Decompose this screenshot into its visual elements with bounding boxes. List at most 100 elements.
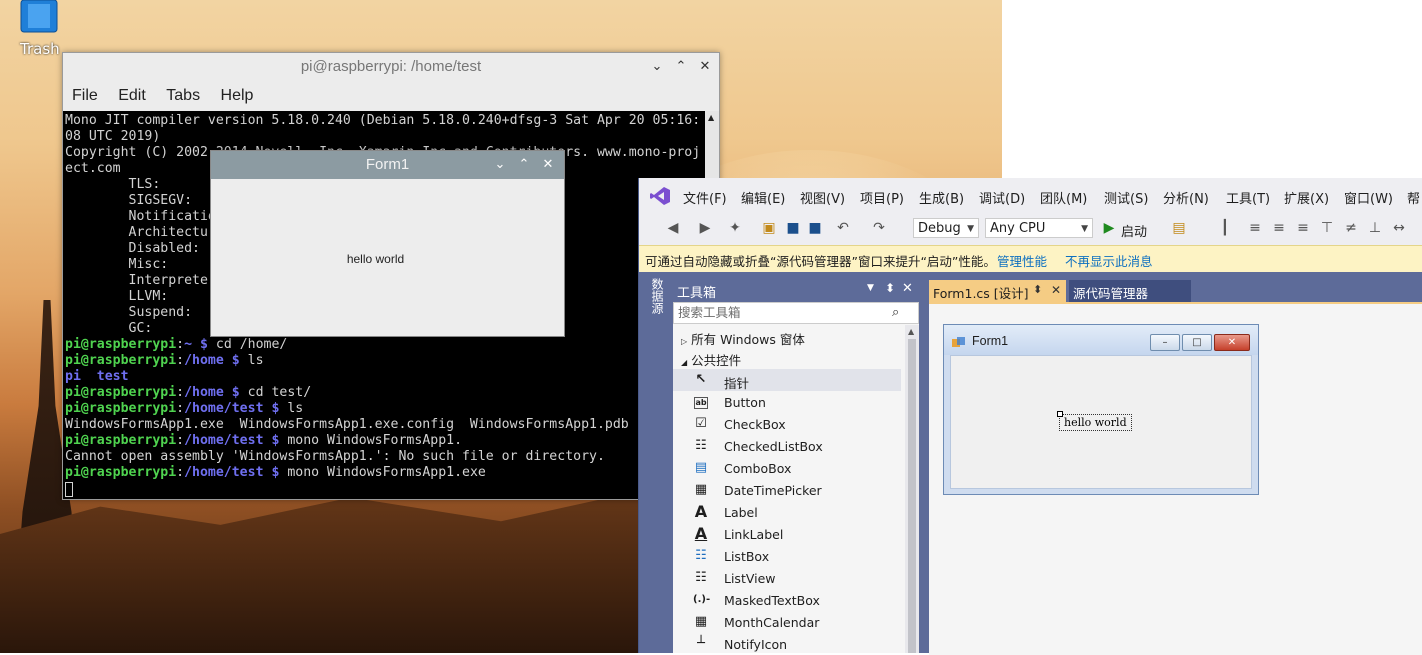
menu-project[interactable]: 项目(P) xyxy=(860,188,904,207)
chevron-right-icon: ▷ xyxy=(681,337,688,346)
selection-handle[interactable] xyxy=(1057,411,1063,417)
close-button[interactable]: ✕ xyxy=(697,59,713,75)
menu-analyze[interactable]: 分析(N) xyxy=(1163,188,1209,207)
menu-tabs[interactable]: Tabs xyxy=(166,83,200,109)
label-icon: A xyxy=(694,502,708,521)
tab-form1-design[interactable]: Form1.cs [设计] ⬍ ✕ xyxy=(929,280,1066,302)
menu-tools[interactable]: 工具(T) xyxy=(1226,188,1270,207)
toolbox-item[interactable]: A Label xyxy=(673,501,901,523)
menu-team[interactable]: 团队(M) xyxy=(1040,188,1087,207)
toolbox-item[interactable]: ↖ 指针 xyxy=(673,369,901,391)
vs-toolbar: ◀ ▶ ✦ ▣ ■ ■ ↶ ↷ Debug ▼ Any CPU ▼ ▶ 启动 ▤ ┃… xyxy=(639,214,1422,244)
form1-window[interactable]: Form1 ⌄ ⌃ ✕ hello world xyxy=(210,150,565,337)
back-icon[interactable]: ◀ xyxy=(665,220,681,236)
toolbox-item[interactable]: ▤ ComboBox xyxy=(673,457,901,479)
visual-studio-window[interactable]: 文件(F) 编辑(E) 视图(V) 项目(P) 生成(B) 调试(D) 团队(M… xyxy=(638,178,1422,655)
toolbox-item[interactable]: A LinkLabel xyxy=(673,523,901,545)
toolbox-item[interactable]: ▦ MonthCalendar xyxy=(673,611,901,633)
vs-menubar: 文件(F) 编辑(E) 视图(V) 项目(P) 生成(B) 调试(D) 团队(M… xyxy=(639,178,1422,214)
toolbox-scrollbar[interactable]: ▲ xyxy=(905,325,919,653)
align-icon[interactable]: ┃ xyxy=(1217,220,1233,236)
menu-window[interactable]: 窗口(W) xyxy=(1344,188,1393,207)
menu-build[interactable]: 生成(B) xyxy=(919,188,964,207)
menu-debug[interactable]: 调试(D) xyxy=(979,188,1025,207)
category-common-controls[interactable]: ◢ 公共控件 xyxy=(681,350,741,369)
toolbox-icon[interactable]: ▤ xyxy=(1171,220,1187,236)
align-right-icon[interactable]: ≡ xyxy=(1295,220,1311,236)
info-message: 可通过自动隐藏或折叠“源代码管理器”窗口来提升“启动”性能。 xyxy=(645,254,996,269)
menu-help[interactable]: 帮 xyxy=(1407,188,1420,207)
close-button[interactable]: ✕ xyxy=(540,157,556,173)
close-icon[interactable]: ✕ xyxy=(902,281,913,296)
menu-test[interactable]: 测试(S) xyxy=(1104,188,1148,207)
designer-form[interactable]: Form1 – □ ✕ hello world xyxy=(943,324,1259,495)
spacing-icon[interactable]: ↔ xyxy=(1391,220,1407,236)
align-left-icon[interactable]: ≡ xyxy=(1247,220,1263,236)
menu-file[interactable]: File xyxy=(72,83,98,109)
new-project-icon[interactable]: ✦ xyxy=(727,220,743,236)
save-icon[interactable]: ■ xyxy=(785,220,801,236)
configuration-select[interactable]: Debug ▼ xyxy=(913,218,979,238)
toolbox-item[interactable]: ┴ NotifyIcon xyxy=(673,633,901,655)
manage-performance-link[interactable]: 管理性能 xyxy=(997,251,1047,270)
toolbox-item[interactable]: (.)- MaskedTextBox xyxy=(673,589,901,611)
toolbox-item[interactable]: ☑ CheckBox xyxy=(673,413,901,435)
trash-icon[interactable] xyxy=(18,0,60,36)
pin-icon[interactable]: ⬍ xyxy=(1033,283,1042,296)
data-sources-tab[interactable]: 数据源 xyxy=(647,278,664,314)
designer-form-titlebar: Form1 – □ ✕ xyxy=(944,325,1258,355)
menu-edit[interactable]: Edit xyxy=(118,83,146,109)
maximize-button[interactable]: ⌃ xyxy=(516,157,532,173)
close-icon[interactable]: ✕ xyxy=(1051,283,1061,297)
start-button[interactable]: 启动 xyxy=(1121,221,1147,240)
undo-icon[interactable]: ↶ xyxy=(835,220,851,236)
designer-form-title: Form1 xyxy=(972,334,1009,348)
align-center-icon[interactable]: ≡ xyxy=(1271,220,1287,236)
scroll-up-icon[interactable]: ▲ xyxy=(708,113,714,122)
designer-label-hello[interactable]: hello world xyxy=(1059,414,1132,431)
trash-label[interactable]: Trash xyxy=(20,40,60,58)
menu-help[interactable]: Help xyxy=(221,83,254,109)
search-icon[interactable]: ⌕ xyxy=(892,303,899,323)
minimize-button[interactable]: ⌄ xyxy=(492,157,508,173)
terminal-line: SIGSEGV: xyxy=(65,193,193,208)
menu-view[interactable]: 视图(V) xyxy=(800,188,845,207)
menu-file[interactable]: 文件(F) xyxy=(683,188,727,207)
datetimepicker-icon: ▦ xyxy=(694,482,708,497)
pointer-icon: ↖ xyxy=(695,372,707,387)
start-icon[interactable]: ▶ xyxy=(1101,220,1117,236)
menu-extensions[interactable]: 扩展(X) xyxy=(1284,188,1329,207)
hello-label: hello world xyxy=(346,252,405,266)
redo-icon[interactable]: ↷ xyxy=(871,220,887,236)
vs-workspace: 数据源 工具箱 ▼ ⬍ ✕ 搜索工具箱 ⌕ ▷ 所有 Windows 窗体 ◢ … xyxy=(639,272,1422,655)
forward-icon[interactable]: ▶ xyxy=(697,220,713,236)
notifyicon-icon: ┴ xyxy=(697,636,705,651)
designer-form-client[interactable]: hello world xyxy=(950,355,1252,489)
tab-source-control-explorer[interactable]: 源代码管理器 xyxy=(1069,280,1191,302)
scrollbar-thumb[interactable] xyxy=(908,339,916,653)
toolbox-item[interactable]: ☷ CheckedListBox xyxy=(673,435,901,457)
maximize-button[interactable]: ⌃ xyxy=(673,59,689,75)
open-folder-icon[interactable]: ▣ xyxy=(761,220,777,236)
form-designer-surface[interactable]: Form1 – □ ✕ hello world xyxy=(929,302,1422,655)
menu-edit[interactable]: 编辑(E) xyxy=(741,188,785,207)
align-middle-icon[interactable]: ≠ xyxy=(1343,220,1359,236)
chevron-down-icon[interactable]: ▼ xyxy=(867,283,874,293)
align-bottom-icon[interactable]: ⊥ xyxy=(1367,220,1383,236)
platform-select[interactable]: Any CPU ▼ xyxy=(985,218,1093,238)
category-all-windows-forms[interactable]: ▷ 所有 Windows 窗体 xyxy=(681,329,805,348)
toolbox-item[interactable]: ▦ DateTimePicker xyxy=(673,479,901,501)
pin-icon[interactable]: ⬍ xyxy=(885,281,895,295)
tab-label: 源代码管理器 xyxy=(1073,286,1149,301)
minimize-button[interactable]: ⌄ xyxy=(649,59,665,75)
scroll-up-icon[interactable]: ▲ xyxy=(908,327,914,336)
save-all-icon[interactable]: ■ xyxy=(807,220,823,236)
toolbox-item[interactable]: ☷ ListBox xyxy=(673,545,901,567)
align-top-icon[interactable]: ⊤ xyxy=(1319,220,1335,236)
toolbox-item[interactable]: ab Button xyxy=(673,391,901,413)
toolbox-search-input[interactable]: 搜索工具箱 ⌕ xyxy=(673,302,919,324)
terminal-cursor xyxy=(65,482,73,497)
toolbox-item[interactable]: ☷ ListView xyxy=(673,567,901,589)
terminal-menubar: File Edit Tabs Help xyxy=(63,83,719,109)
dont-show-again-link[interactable]: 不再显示此消息 xyxy=(1065,251,1153,270)
